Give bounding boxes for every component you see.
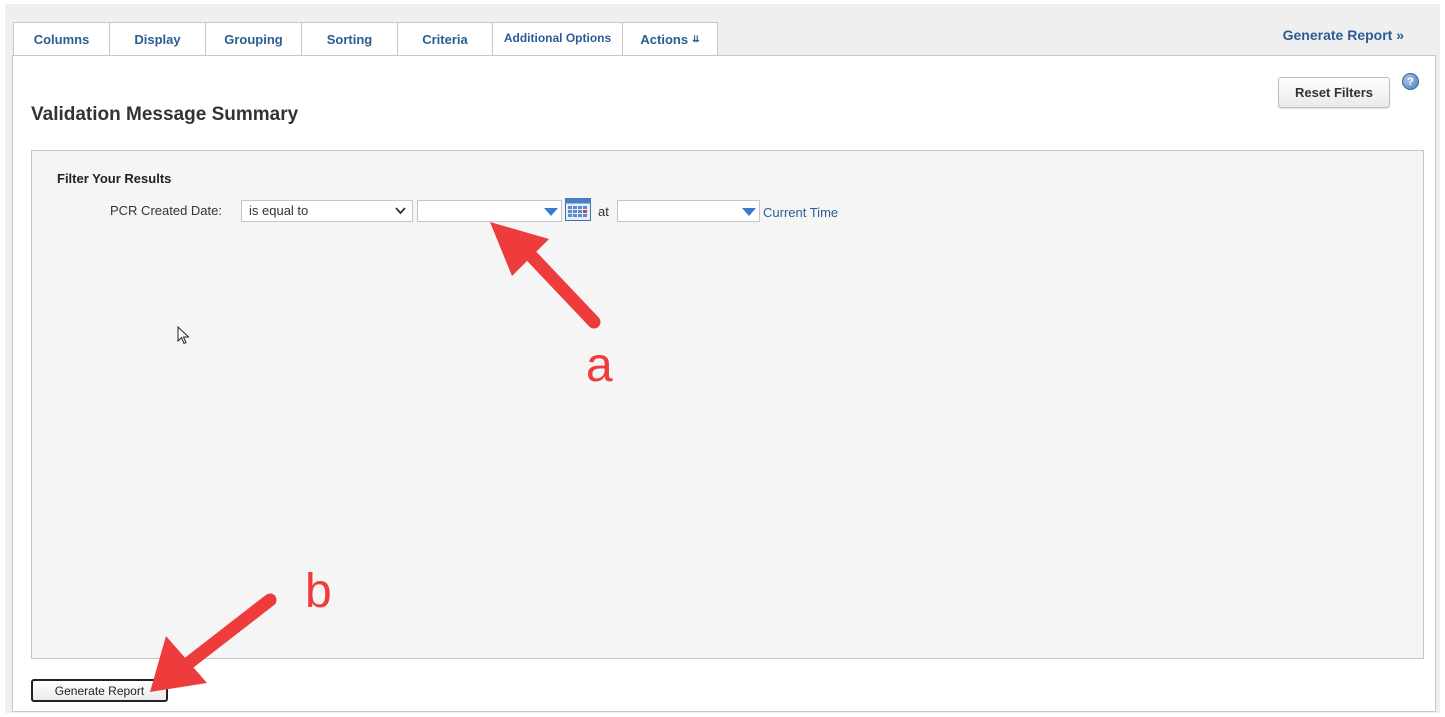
operator-select[interactable]: is equal to (241, 200, 413, 222)
date-input[interactable] (417, 200, 562, 222)
operator-select-value: is equal to (249, 203, 309, 218)
tab-grouping[interactable]: Grouping (205, 22, 302, 56)
date-dropdown-arrow-icon[interactable] (544, 208, 558, 216)
chevron-down-icon (395, 207, 406, 215)
report-panel: Validation Message Summary Reset Filters… (12, 55, 1436, 712)
annotation-label-a: a (586, 339, 613, 392)
report-builder-frame: Columns Display Grouping Sorting Criteri… (5, 4, 1440, 713)
current-time-link[interactable]: Current Time (763, 205, 838, 220)
tab-display[interactable]: Display (109, 22, 206, 56)
at-label: at (598, 204, 609, 219)
filter-heading: Filter Your Results (57, 171, 172, 186)
tab-sorting[interactable]: Sorting (301, 22, 398, 56)
tab-criteria[interactable]: Criteria (397, 22, 493, 56)
tab-actions-label: Actions (640, 32, 689, 47)
tab-additional-options[interactable]: Additional Options (492, 22, 623, 56)
page-title: Validation Message Summary (31, 104, 299, 125)
tab-bar: Columns Display Grouping Sorting Criteri… (13, 22, 718, 58)
annotation-label-b: b (305, 565, 332, 618)
pcr-created-date-label: PCR Created Date: (110, 203, 222, 218)
mouse-pointer-icon (177, 326, 190, 345)
reset-filters-button[interactable]: Reset Filters (1278, 77, 1390, 108)
time-input[interactable] (617, 200, 760, 222)
generate-report-button[interactable]: Generate Report (31, 679, 168, 702)
time-dropdown-arrow-icon[interactable] (742, 208, 756, 216)
double-chevron-down-icon: ⇊ (692, 34, 700, 44)
tab-columns[interactable]: Columns (13, 22, 110, 56)
help-icon[interactable]: ? (1402, 73, 1419, 90)
generate-report-link[interactable]: Generate Report » (1283, 27, 1404, 43)
filter-panel: Filter Your Results PCR Created Date: is… (31, 150, 1424, 659)
tab-actions[interactable]: Actions ⇊ (622, 22, 718, 56)
calendar-icon[interactable] (565, 198, 591, 221)
